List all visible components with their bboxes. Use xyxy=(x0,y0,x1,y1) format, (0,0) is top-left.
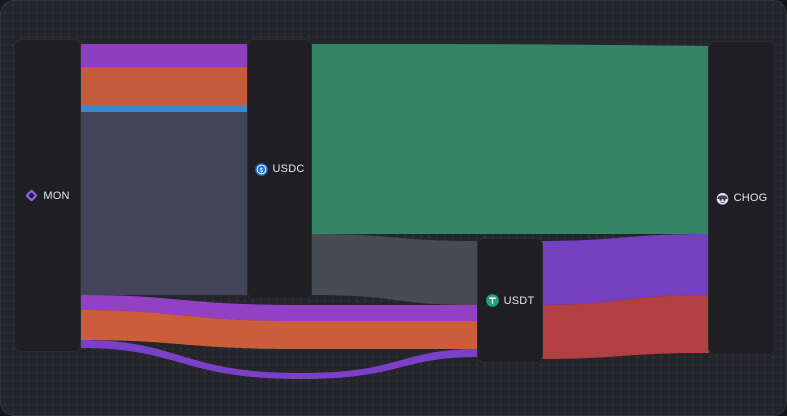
node-usdt-label-group: USDT xyxy=(485,294,535,307)
node-mon-label-group: MON xyxy=(25,189,69,202)
chog-mascot-icon xyxy=(716,192,729,205)
node-usdt-label: USDT xyxy=(503,294,535,307)
node-usdc-label-group: $ USDC xyxy=(254,162,305,176)
node-mon[interactable]: MON xyxy=(14,39,81,352)
flow-usdt-chog-purple[interactable] xyxy=(542,234,709,305)
mon-diamond-icon xyxy=(25,189,38,202)
flow-mon-usdc-blue[interactable] xyxy=(81,105,247,112)
sankey-panel: MON $ USDC USDT CHOG xyxy=(0,0,787,416)
node-usdc[interactable]: $ USDC xyxy=(247,39,312,299)
node-usdt[interactable]: USDT xyxy=(477,238,543,363)
flow-mon-usdc-gray[interactable] xyxy=(81,112,247,295)
flow-mon-usdc-orange[interactable] xyxy=(81,67,247,105)
node-chog-label-group: CHOG xyxy=(716,192,768,205)
flow-usdc-chog-green[interactable] xyxy=(312,44,709,234)
usdc-coin-icon: $ xyxy=(254,162,268,176)
node-usdc-label: USDC xyxy=(272,163,305,175)
flow-layer xyxy=(81,44,709,379)
node-chog-label: CHOG xyxy=(733,192,768,204)
node-mon-label: MON xyxy=(43,189,70,202)
flow-usdc-usdt-gray[interactable] xyxy=(312,234,477,305)
usdt-tether-icon xyxy=(485,294,499,307)
node-chog[interactable]: CHOG xyxy=(708,41,775,355)
flow-mon-usdc-purple[interactable] xyxy=(81,44,247,67)
svg-text:$: $ xyxy=(259,165,263,173)
